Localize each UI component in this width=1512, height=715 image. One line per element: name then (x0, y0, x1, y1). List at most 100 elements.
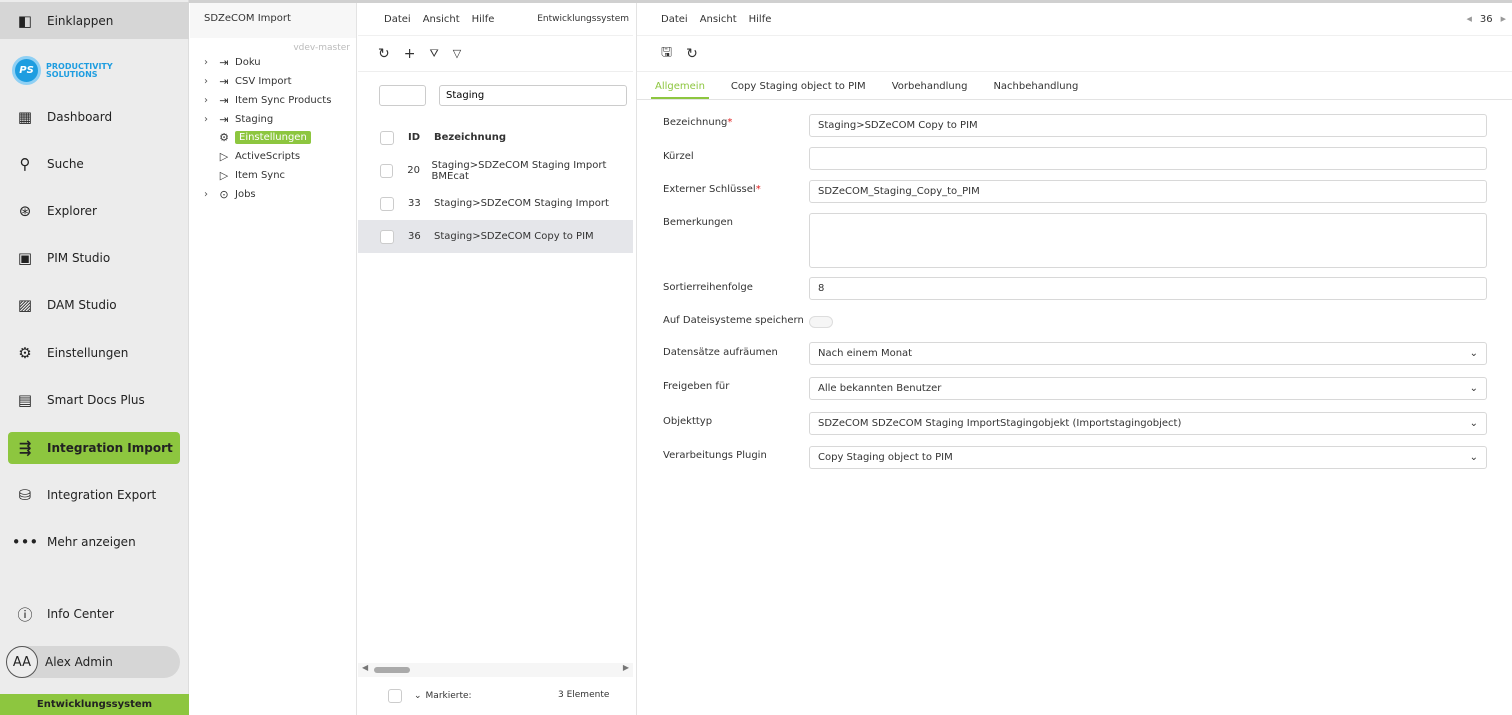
chevron-down-icon[interactable]: ⌄ (414, 691, 422, 701)
row-id: 36 (408, 231, 434, 242)
detail-panel: Datei Ansicht Hilfe ◀ 36 ▶ 🖫 ↻ Allgemein… (636, 3, 1512, 715)
previous-record-icon[interactable]: ◀ (1466, 15, 1471, 23)
objekttyp-label: Objekttyp (663, 416, 712, 427)
marked-label: Markierte: (426, 691, 472, 701)
jobs-icon: ⊙ (216, 188, 232, 201)
scrollbar-thumb[interactable] (374, 667, 410, 673)
sidebar-item-integration-import[interactable]: ⇶Integration Import (8, 432, 180, 464)
sidebar-item-dashboard[interactable]: ▦Dashboard (8, 101, 180, 133)
chevron-right-icon[interactable]: › (204, 57, 216, 68)
tab-allgemein[interactable]: Allgemein (651, 73, 709, 99)
scroll-left-icon[interactable]: ◀ (362, 663, 368, 672)
detail-toolbar: 🖫 ↻ (637, 36, 1512, 72)
chevron-right-icon[interactable]: › (204, 95, 216, 106)
reset-icon[interactable]: ↻ (686, 46, 698, 62)
user-name: Alex Admin (45, 655, 113, 669)
select-all-checkbox[interactable] (380, 131, 394, 145)
menu-datei[interactable]: Datei (384, 14, 411, 25)
freigeben-select[interactable]: Alle bekannten Benutzer⌄ (809, 377, 1487, 400)
sidebar-item-dam-studio[interactable]: ▨DAM Studio (8, 289, 180, 321)
table-row[interactable]: 36Staging>SDZeCOM Copy to PIM (358, 220, 633, 253)
plugin-select[interactable]: Copy Staging object to PIM⌄ (809, 446, 1487, 469)
row-name: Staging>SDZeCOM Staging Import (434, 198, 609, 209)
add-icon[interactable]: + (404, 46, 416, 62)
sidebar-item-label: PIM Studio (47, 251, 110, 265)
sidebar-item-mehr-anzeigen[interactable]: •••Mehr anzeigen (8, 526, 180, 558)
sidebar-item-smart-docs-plus[interactable]: ▤Smart Docs Plus (8, 384, 180, 416)
bezeichnung-field[interactable]: Staging>SDZeCOM Copy to PIM (809, 114, 1487, 137)
tree-node-label: ActiveScripts (235, 151, 300, 162)
record-id: 36 (1480, 14, 1493, 25)
menu-ansicht[interactable]: Ansicht (700, 14, 737, 25)
tab-nachbehandlung[interactable]: Nachbehandlung (989, 73, 1082, 99)
scroll-right-icon[interactable]: ▶ (623, 663, 629, 672)
tab-copy-staging[interactable]: Copy Staging object to PIM (727, 73, 870, 99)
footer-checkbox[interactable] (388, 689, 402, 703)
sortierreihenfolge-field[interactable]: 8 (809, 277, 1487, 300)
tab-bar: Allgemein Copy Staging object to PIM Vor… (637, 73, 1512, 100)
row-checkbox[interactable] (380, 164, 393, 178)
filter-icon[interactable]: ▽ (453, 47, 461, 60)
kuerzel-field[interactable] (809, 147, 1487, 170)
sidebar-item-suche[interactable]: ⚲Suche (8, 148, 180, 180)
externer-schluessel-label: Externer Schlüssel* (663, 184, 761, 195)
column-name[interactable]: Bezeichnung (434, 132, 506, 143)
collapse-button[interactable]: ◧Einklappen (0, 2, 189, 39)
chevron-right-icon[interactable]: › (204, 189, 216, 200)
row-checkbox[interactable] (380, 197, 394, 211)
list-menubar: Datei Ansicht Hilfe Entwicklungssystem (358, 3, 633, 36)
row-checkbox[interactable] (380, 230, 394, 244)
menu-datei[interactable]: Datei (661, 14, 688, 25)
tree-node-staging[interactable]: ›⇥Staging (204, 111, 273, 127)
more-icon: ••• (16, 533, 34, 551)
tree-node-csv-import[interactable]: ›⇥CSV Import (204, 73, 292, 89)
chevron-right-icon[interactable]: › (204, 76, 216, 87)
tree-node-jobs[interactable]: ›⊙Jobs (204, 186, 256, 202)
objekttyp-select[interactable]: SDZeCOM SDZeCOM Staging ImportStagingobj… (809, 412, 1487, 435)
tab-vorbehandlung[interactable]: Vorbehandlung (888, 73, 972, 99)
chevron-down-icon: ⌄ (1470, 452, 1478, 463)
environment-label: Entwicklungssystem (537, 14, 629, 24)
menu-hilfe[interactable]: Hilfe (472, 14, 495, 25)
tree-node-label: Doku (235, 57, 261, 68)
id-filter-input[interactable] (379, 85, 426, 106)
user-menu[interactable]: AAAlex Admin (6, 646, 180, 678)
dateisystem-toggle[interactable] (809, 316, 833, 328)
sidebar-item-info-center[interactable]: ⓘInfo Center (8, 598, 180, 630)
datensaetze-select[interactable]: Nach einem Monat⌄ (809, 342, 1487, 365)
play-icon: ▷ (216, 169, 232, 182)
horizontal-scrollbar[interactable]: ◀ ▶ (358, 663, 633, 677)
objekttyp-value: SDZeCOM SDZeCOM Staging ImportStagingobj… (818, 418, 1181, 429)
name-filter-input[interactable] (439, 85, 627, 106)
sidebar-item-explorer[interactable]: ⊛Explorer (8, 195, 180, 227)
tree-node-item-sync-products[interactable]: ›⇥Item Sync Products (204, 92, 331, 108)
freigeben-label: Freigeben für (663, 381, 729, 392)
menu-ansicht[interactable]: Ansicht (423, 14, 460, 25)
save-icon[interactable]: 🖫 (661, 43, 672, 65)
sidebar-item-label: Dashboard (47, 110, 112, 124)
tree-node-item-sync[interactable]: ▷Item Sync (204, 167, 285, 183)
refresh-icon[interactable]: ↻ (378, 46, 390, 62)
sidebar-item-label: Integration Import (47, 441, 173, 455)
tree-node-doku[interactable]: ›⇥Doku (204, 54, 261, 70)
sidebar-item-label: Explorer (47, 204, 97, 218)
tree-node-activescripts[interactable]: ▷ActiveScripts (204, 148, 300, 164)
gear-icon: ⚙ (16, 344, 34, 362)
tree-node-einstellungen[interactable]: ⚙Einstellungen (204, 129, 311, 145)
column-id[interactable]: ID (408, 132, 434, 143)
table-row[interactable]: 20Staging>SDZeCOM Staging Import BMEcat (358, 154, 633, 187)
sidebar-item-integration-export[interactable]: ⛁Integration Export (8, 479, 180, 511)
next-record-icon[interactable]: ▶ (1501, 15, 1506, 23)
list-header: IDBezeichnung (358, 121, 633, 154)
menu-hilfe[interactable]: Hilfe (749, 14, 772, 25)
table-row[interactable]: 33Staging>SDZeCOM Staging Import (358, 187, 633, 220)
externer-schluessel-value: SDZeCOM_Staging_Copy_to_PIM (818, 186, 980, 197)
detail-menubar: Datei Ansicht Hilfe ◀ 36 ▶ (637, 3, 1512, 36)
chevron-right-icon[interactable]: › (204, 114, 216, 125)
sidebar-item-einstellungen[interactable]: ⚙Einstellungen (8, 337, 180, 369)
bemerkungen-textarea[interactable] (809, 213, 1487, 268)
sidebar-item-pim-studio[interactable]: ▣PIM Studio (8, 242, 180, 274)
sidebar-item-label: Smart Docs Plus (47, 393, 145, 407)
clear-filter-icon[interactable]: ⛛ (429, 47, 438, 61)
externer-schluessel-field[interactable]: SDZeCOM_Staging_Copy_to_PIM (809, 180, 1487, 203)
